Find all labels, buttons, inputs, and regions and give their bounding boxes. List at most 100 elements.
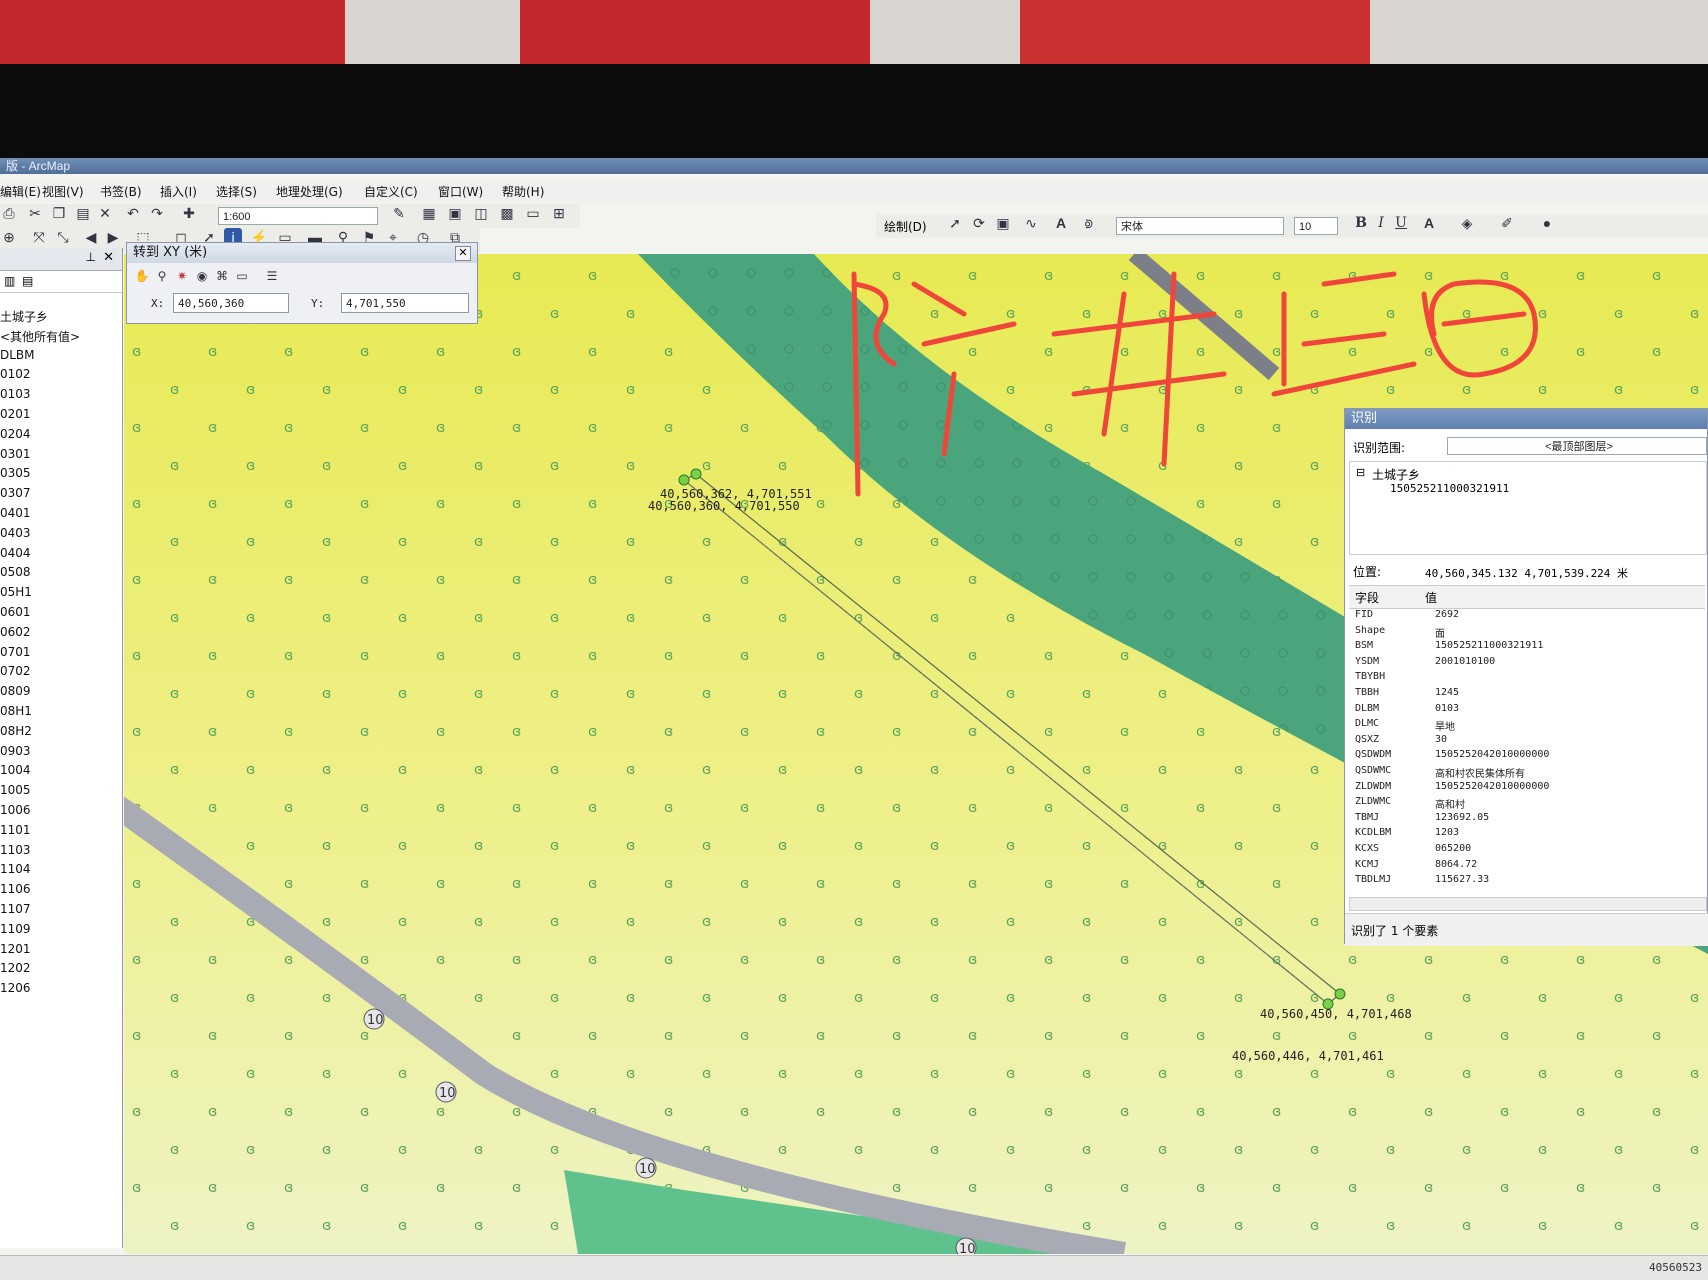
toc-item[interactable]: 1107	[0, 902, 31, 916]
toc-item[interactable]: 0403	[0, 526, 31, 540]
menu-edit[interactable]: 编辑(E)	[0, 183, 41, 200]
font-color-button[interactable]: A	[1420, 214, 1438, 232]
toc-item[interactable]: 1005	[0, 783, 31, 797]
field-row[interactable]: DLMC 旱地	[1355, 718, 1455, 733]
field-row[interactable]: TBMJ 123692.05	[1355, 812, 1489, 823]
scope-combo[interactable]: <最顶部图层>	[1447, 437, 1707, 455]
field-row[interactable]: FID 2692	[1355, 609, 1459, 620]
field-row[interactable]: KCDLBM 1203	[1355, 827, 1459, 838]
field-row[interactable]: BSM 150525211000321911	[1355, 640, 1543, 651]
model-builder-icon[interactable]: ⊞	[550, 204, 568, 222]
field-row[interactable]: QSXZ 30	[1355, 734, 1447, 745]
back-extent-icon[interactable]: ◀	[82, 228, 100, 246]
menu-geoprocessing[interactable]: 地理处理(G)	[276, 183, 343, 200]
field-row[interactable]: ZLDWDM 1505252042010000000	[1355, 781, 1549, 792]
tree-root[interactable]: 土城子乡	[1372, 466, 1420, 483]
toc-item[interactable]: 0809	[0, 684, 31, 698]
line-color-icon[interactable]: ✐	[1498, 214, 1516, 232]
edit-vertices-icon[interactable]: ⟄	[1080, 214, 1098, 232]
delete-icon[interactable]: ✕	[96, 204, 114, 222]
python-icon[interactable]: ▭	[524, 204, 542, 222]
field-row[interactable]: Shape 面	[1355, 625, 1445, 640]
toc-item[interactable]: 08H2	[0, 724, 32, 738]
table-icon[interactable]: ▦	[420, 204, 438, 222]
copy-icon[interactable]: ❐	[50, 204, 68, 222]
field-row[interactable]: DLBM 0103	[1355, 703, 1459, 714]
add-data-icon[interactable]: ✚	[180, 204, 198, 222]
toc-item[interactable]: 0601	[0, 605, 31, 619]
select-elements-pointer-icon[interactable]: ➚	[946, 214, 964, 232]
toc-item[interactable]: 1004	[0, 763, 31, 777]
field-row[interactable]: YSDM 2001010100	[1355, 656, 1495, 667]
search-window-icon[interactable]: ◫	[472, 204, 490, 222]
toc-item[interactable]: 0602	[0, 625, 31, 639]
toc-item[interactable]: 1206	[0, 981, 31, 995]
fixed-zoom-out-icon[interactable]: ⤡	[54, 228, 72, 246]
toc-item[interactable]: 1101	[0, 823, 31, 837]
marker-color-icon[interactable]: ●	[1538, 214, 1556, 232]
field-row[interactable]: QSDWMC 高和村农民集体所有	[1355, 765, 1525, 780]
field-row[interactable]: KCMJ 8064.72	[1355, 859, 1477, 870]
toc-item[interactable]: 1103	[0, 843, 31, 857]
italic-button[interactable]: I	[1372, 214, 1390, 232]
pan-icon[interactable]: ✋	[133, 267, 151, 285]
draw-menu[interactable]: 绘制(D)	[884, 218, 927, 235]
toc-item[interactable]: 0103	[0, 387, 31, 401]
menu-selection[interactable]: 选择(S)	[216, 183, 257, 200]
menu-windows[interactable]: 窗口(W)	[438, 183, 483, 200]
menu-help[interactable]: 帮助(H)	[502, 183, 544, 200]
add-point-icon[interactable]: ◉	[193, 267, 211, 285]
bold-button[interactable]: B	[1352, 214, 1370, 232]
forward-extent-icon[interactable]: ▶	[104, 228, 122, 246]
menu-view[interactable]: 视图(V)	[42, 183, 84, 200]
units-menu-icon[interactable]: ☰	[263, 267, 281, 285]
toc-item[interactable]: 0204	[0, 427, 31, 441]
cut-icon[interactable]: ✂	[26, 204, 44, 222]
toc-item[interactable]: 1202	[0, 961, 31, 975]
fill-color-icon[interactable]: ◈	[1458, 214, 1476, 232]
arctoolbox-icon[interactable]: ▩	[498, 204, 516, 222]
zoom-icon[interactable]: ⚲	[153, 267, 171, 285]
field-row[interactable]: TBYBH	[1355, 671, 1385, 682]
list-by-drawing-order-icon[interactable]: ▥	[4, 274, 15, 288]
underline-button[interactable]: U	[1392, 214, 1410, 232]
toc-item[interactable]: 0401	[0, 506, 31, 520]
x-input[interactable]: 40,560,360	[173, 293, 289, 313]
zoom-in-icon[interactable]: ⊕	[0, 228, 18, 246]
menu-bookmarks[interactable]: 书签(B)	[100, 183, 142, 200]
list-by-source-icon[interactable]: ▤	[22, 274, 33, 288]
font-size-combo[interactable]: 10	[1294, 217, 1338, 235]
field-row[interactable]: TBDLMJ 115627.33	[1355, 874, 1489, 885]
toc-item[interactable]: 1104	[0, 862, 31, 876]
toc-item[interactable]: DLBM	[0, 348, 35, 362]
toc-item[interactable]: 08H1	[0, 704, 32, 718]
redo-icon[interactable]: ↷	[148, 204, 166, 222]
toc-item[interactable]: 05H1	[0, 585, 32, 599]
toc-item[interactable]: <其他所有值>	[0, 328, 80, 345]
add-labeled-point-icon[interactable]: ⌘	[213, 267, 231, 285]
font-combo[interactable]: 宋体	[1116, 217, 1284, 235]
tree-collapse-icon[interactable]: ⊟	[1356, 466, 1365, 479]
menu-insert[interactable]: 插入(I)	[160, 183, 197, 200]
close-icon[interactable]: ✕	[455, 246, 471, 261]
toc-item[interactable]: 1006	[0, 803, 31, 817]
undo-icon[interactable]: ↶	[124, 204, 142, 222]
add-callout-icon[interactable]: ▭	[233, 267, 251, 285]
toc-item[interactable]: 0903	[0, 744, 31, 758]
toc-item[interactable]: 1201	[0, 942, 31, 956]
toc-item[interactable]: 1106	[0, 882, 31, 896]
editor-icon[interactable]: ✎	[390, 204, 408, 222]
zoom-whole-page-icon[interactable]: ▣	[994, 214, 1012, 232]
toc-item[interactable]: 0508	[0, 565, 31, 579]
scale-combo[interactable]: 1:600	[218, 207, 378, 225]
fixed-zoom-in-icon[interactable]: ⤧	[30, 228, 48, 246]
y-input[interactable]: 4,701,550	[341, 293, 469, 313]
field-row[interactable]: QSDWDM 1505252042010000000	[1355, 749, 1549, 760]
toc-item[interactable]: 0404	[0, 546, 31, 560]
toc-item[interactable]: 0307	[0, 486, 31, 500]
rotate-icon[interactable]: ⟳	[970, 214, 988, 232]
toc-item[interactable]: 0701	[0, 645, 31, 659]
line-tool-icon[interactable]: ∿	[1022, 214, 1040, 232]
tree-child[interactable]: 150525211000321911	[1390, 482, 1509, 495]
flash-icon[interactable]: ✷	[173, 267, 191, 285]
